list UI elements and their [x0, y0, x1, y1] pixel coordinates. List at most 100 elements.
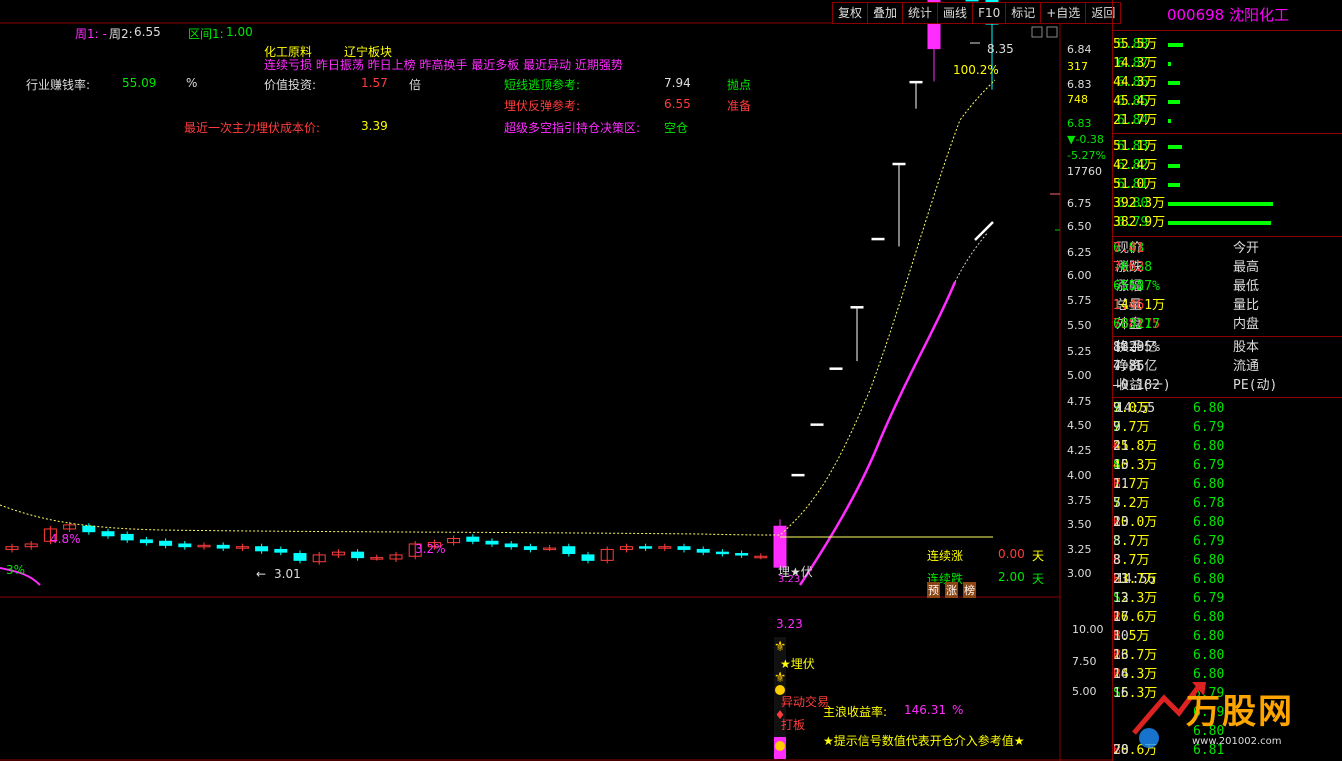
- ask-row[interactable]: 6.84 21.7万: [1113, 111, 1342, 130]
- ask-row[interactable]: 6.85 45.4万: [1113, 92, 1342, 111]
- bid-row[interactable]: 6.82 42.4万: [1113, 156, 1342, 175]
- position-value: 空仓: [664, 121, 689, 135]
- up-days-unit: 天: [1032, 549, 1045, 563]
- stat-value: 7.41: [1113, 241, 1145, 256]
- short-top-action: 抛点: [727, 78, 752, 92]
- stat-value: 7.62: [1113, 260, 1145, 275]
- tick-row[interactable]: 6.80 45.8万 B 21: [1113, 437, 1342, 456]
- tick-row[interactable]: 14:55 6.80 7.0万 S 9: [1113, 399, 1342, 418]
- ma-line-magenta: [798, 281, 957, 586]
- ask-row[interactable]: 6.88 55.5万: [1113, 35, 1342, 54]
- price-axis-label: 317: [1067, 60, 1088, 73]
- stat-row: 总量 144.1万 量比 1.46: [1113, 296, 1342, 315]
- price-axis-label: 4.00: [1067, 469, 1092, 482]
- price-axis-label: 3.00: [1067, 567, 1092, 580]
- tick-count: 21: [1113, 439, 1129, 454]
- sub-board-label: 打板: [781, 718, 806, 732]
- bid-row[interactable]: 6.79 382.9万: [1113, 213, 1342, 232]
- tick-count: 9: [1113, 420, 1121, 435]
- window-close-icon[interactable]: [1046, 26, 1058, 38]
- candle[interactable]: [850, 306, 864, 309]
- bid-row[interactable]: 6.81 51.0万: [1113, 175, 1342, 194]
- price-axis-label: 748: [1067, 93, 1088, 106]
- down-days-value: 2.00: [998, 570, 1025, 584]
- pct-left-label: 4.8%: [50, 532, 81, 546]
- candle[interactable]: [791, 473, 805, 477]
- stock-tags: 连续亏损 昨日振荡 昨日上榜 昨高换手 最近多板 最近异动 近期强势: [264, 58, 623, 72]
- quote-panel: 000698 沈阳化工 6.88 55.5万 6.87 14.3万 6.86 44.3万 6…: [1112, 0, 1342, 761]
- value-invest-value: 1.57: [361, 76, 388, 90]
- level-volume: 382.9万: [1113, 215, 1166, 230]
- low-price-arrow: ←: [256, 567, 267, 581]
- level-volume: 44.3万: [1113, 75, 1158, 90]
- tick-count: 21: [1113, 572, 1129, 587]
- main-return-value: 146.31: [904, 703, 946, 717]
- level-volume: 55.5万: [1113, 37, 1158, 52]
- kline-chart[interactable]: ⚜ ⚜ ♦: [0, 0, 1112, 761]
- candle[interactable]: [810, 423, 824, 426]
- candle[interactable]: [829, 367, 843, 370]
- tick-row[interactable]: 6.80 8.5万 B 10: [1113, 627, 1342, 646]
- stock-title[interactable]: 000698 沈阳化工: [1113, 0, 1342, 31]
- candle[interactable]: [773, 525, 787, 568]
- peak-price-label: 8.35: [987, 42, 1014, 56]
- toolbar: 复权 叠加 统计 画线 F10 标记 +自选 返回: [832, 2, 1122, 24]
- tick-row[interactable]: 6.80 10.0万 B 23: [1113, 513, 1342, 532]
- stat-row: 外盘 758175 内盘 683217: [1113, 315, 1342, 334]
- stat-row: 涨幅 -5.27% 最低 6.55: [1113, 277, 1342, 296]
- price-axis-label: 17760: [1067, 165, 1102, 178]
- level-volume: 51.1万: [1113, 139, 1158, 154]
- ask-row[interactable]: 6.86 44.3万: [1113, 73, 1342, 92]
- sub-abnormal-label: 异动交易: [781, 695, 830, 709]
- price-axis-label: 6.84: [1067, 43, 1092, 56]
- toolbar-mark-button[interactable]: 标记: [1006, 3, 1042, 23]
- price-axis-label: 4.50: [1067, 419, 1092, 432]
- tick-row[interactable]: 6.80 23.7万 B 16: [1113, 646, 1342, 665]
- tick-count: 10: [1113, 629, 1129, 644]
- tick-row[interactable]: 14:56 6.80 33.7万 B 21: [1113, 570, 1342, 589]
- main-cost-value: 3.39: [361, 119, 388, 133]
- short-top-value: 7.94: [664, 76, 691, 90]
- candle[interactable]: [871, 237, 885, 241]
- level-volume: 14.3万: [1113, 56, 1158, 71]
- price-axis-label: -5.27%: [1067, 149, 1106, 162]
- tick-row[interactable]: 6.80 26.6万 B 17: [1113, 608, 1342, 627]
- toolbar-fuquan-button[interactable]: 复权: [833, 3, 869, 23]
- tick-count: 13: [1113, 591, 1129, 606]
- bid-row[interactable]: 6.83 51.1万: [1113, 137, 1342, 156]
- toolbar-stats-button[interactable]: 统计: [903, 3, 939, 23]
- candle[interactable]: [892, 162, 906, 166]
- tick-row[interactable]: 6.80 7.7万 B 11: [1113, 475, 1342, 494]
- price-axis-label: 4.25: [1067, 444, 1092, 457]
- low-price-label: 3.01: [274, 567, 301, 581]
- up-days-value: 0.00: [998, 547, 1025, 561]
- gold-coin-icon: [775, 741, 785, 751]
- candle[interactable]: [965, 0, 979, 2]
- tick-row[interactable]: 6.79 12.3万 S 13: [1113, 589, 1342, 608]
- badge-board: 榜: [963, 582, 976, 598]
- sub-ambush-label: ★埋伏: [780, 657, 815, 671]
- ask-book: 6.88 55.5万 6.87 14.3万 6.86 44.3万 6.85 45.4万 6.84…: [1113, 31, 1342, 134]
- tick-row[interactable]: 6.78 7.2万 S 5: [1113, 494, 1342, 513]
- window-restore-icon[interactable]: [1031, 26, 1043, 38]
- ma-line-tail: [954, 231, 989, 283]
- candle[interactable]: [909, 80, 923, 84]
- ambush-low-label: 3.23: [778, 574, 801, 585]
- badge-rise: 涨: [945, 582, 958, 598]
- toolbar-overlay-button[interactable]: 叠加: [868, 3, 904, 23]
- ambush-value: 6.55: [664, 97, 691, 111]
- tick-row[interactable]: 6.79 3.7万 S 8: [1113, 532, 1342, 551]
- price-axis-label: 5.25: [1067, 345, 1092, 358]
- industry-rate-value: 55.09: [122, 76, 157, 90]
- up-days-label: 连续涨: [927, 549, 964, 563]
- tick-count: 9: [1113, 401, 1121, 416]
- ambush-action: 准备: [727, 99, 752, 113]
- toolbar-draw-button[interactable]: 画线: [938, 3, 974, 23]
- tick-row[interactable]: 6.80 3.7万 B 8: [1113, 551, 1342, 570]
- toolbar-add-watchlist-button[interactable]: +自选: [1041, 3, 1087, 23]
- bid-row[interactable]: 6.80 392.3万: [1113, 194, 1342, 213]
- ask-row[interactable]: 6.87 14.3万: [1113, 54, 1342, 73]
- tick-row[interactable]: 6.79 40.3万 S 15: [1113, 456, 1342, 475]
- tick-row[interactable]: 6.79 7.7万 S 9: [1113, 418, 1342, 437]
- toolbar-f10-button[interactable]: F10: [973, 3, 1007, 23]
